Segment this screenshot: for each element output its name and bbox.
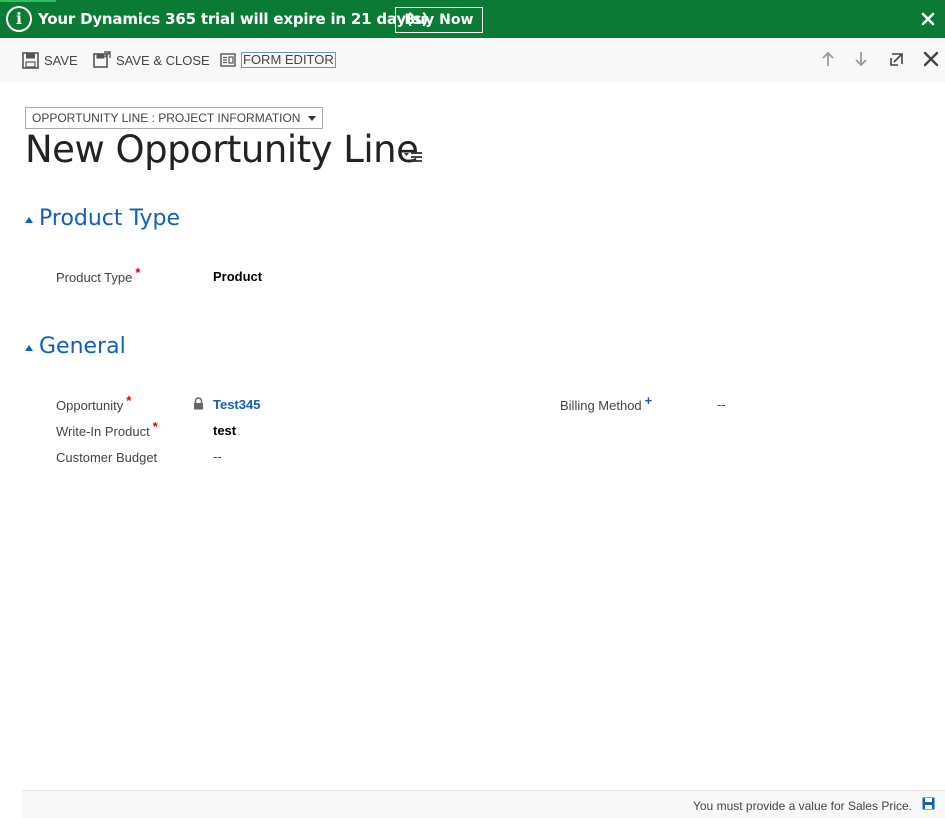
form-editor-label: FORM EDITOR	[241, 52, 336, 68]
arrow-up-icon[interactable]	[819, 50, 837, 68]
opportunity-label-text: Opportunity	[56, 398, 124, 413]
save-close-label: SAVE & CLOSE	[116, 52, 210, 68]
collapse-triangle-icon	[25, 344, 33, 351]
section-title-general: General	[39, 334, 126, 359]
field-label-product-type: Product Type *	[56, 265, 140, 285]
validation-message: You must provide a value for Sales Price…	[692, 799, 912, 813]
expand-icon[interactable]	[888, 50, 906, 68]
close-form-icon[interactable]	[922, 50, 940, 68]
form-editor-button[interactable]: FORM EDITOR	[220, 50, 336, 70]
section-header-product-type[interactable]: Product Type	[25, 206, 180, 231]
save-button[interactable]: SAVE	[22, 50, 78, 70]
save-label: SAVE	[44, 52, 78, 68]
info-icon: i	[6, 6, 32, 32]
trial-banner: i Your Dynamics 365 trial will expire in…	[0, 0, 945, 38]
billing-method-value[interactable]: --	[717, 397, 726, 412]
required-marker: *	[135, 265, 141, 280]
buy-now-button[interactable]: Buy Now	[395, 7, 483, 33]
save-and-close-button[interactable]: SAVE & CLOSE	[93, 50, 210, 70]
collapse-triangle-icon	[25, 216, 33, 223]
section-title-product-type: Product Type	[39, 206, 181, 231]
field-label-billing-method: Billing Method +	[560, 393, 652, 413]
chevron-down-icon	[308, 115, 317, 121]
form-selector-label: OPPORTUNITY LINE : PROJECT INFORMATION	[32, 111, 301, 125]
opportunity-lookup-link[interactable]: Test345	[213, 397, 260, 412]
record-menu-icon[interactable]	[403, 148, 423, 164]
write-in-product-value[interactable]: test	[213, 423, 236, 438]
save-icon[interactable]	[922, 797, 935, 810]
product-type-value[interactable]: Product	[213, 269, 262, 284]
arrow-down-icon[interactable]	[852, 50, 870, 68]
field-label-opportunity: Opportunity *	[56, 393, 131, 413]
field-label-customer-budget: Customer Budget	[56, 450, 158, 465]
status-footer: You must provide a value for Sales Price…	[22, 790, 945, 818]
trial-message: Your Dynamics 365 trial will expire in 2…	[38, 10, 429, 28]
page-title: New Opportunity Line	[25, 128, 419, 171]
required-marker: *	[152, 419, 158, 434]
product-type-label-text: Product Type	[56, 270, 133, 285]
form-selector-dropdown[interactable]: OPPORTUNITY LINE : PROJECT INFORMATION	[25, 107, 324, 129]
save-close-icon	[93, 51, 111, 68]
field-label-write-in-product: Write-In Product *	[56, 419, 158, 439]
section-header-general[interactable]: General	[25, 334, 126, 359]
lock-icon	[194, 397, 203, 410]
write-in-label-text: Write-In Product	[56, 424, 150, 439]
form-editor-icon	[220, 53, 236, 67]
required-marker: *	[126, 393, 132, 408]
customer-budget-value[interactable]: --	[213, 449, 222, 464]
banner-accent	[0, 0, 56, 2]
billing-label-text: Billing Method	[560, 398, 642, 413]
command-bar: SAVE SAVE & CLOSE FORM EDITOR	[0, 38, 945, 82]
close-icon[interactable]	[918, 9, 938, 29]
save-icon	[22, 51, 39, 69]
recommended-marker: +	[644, 393, 653, 408]
